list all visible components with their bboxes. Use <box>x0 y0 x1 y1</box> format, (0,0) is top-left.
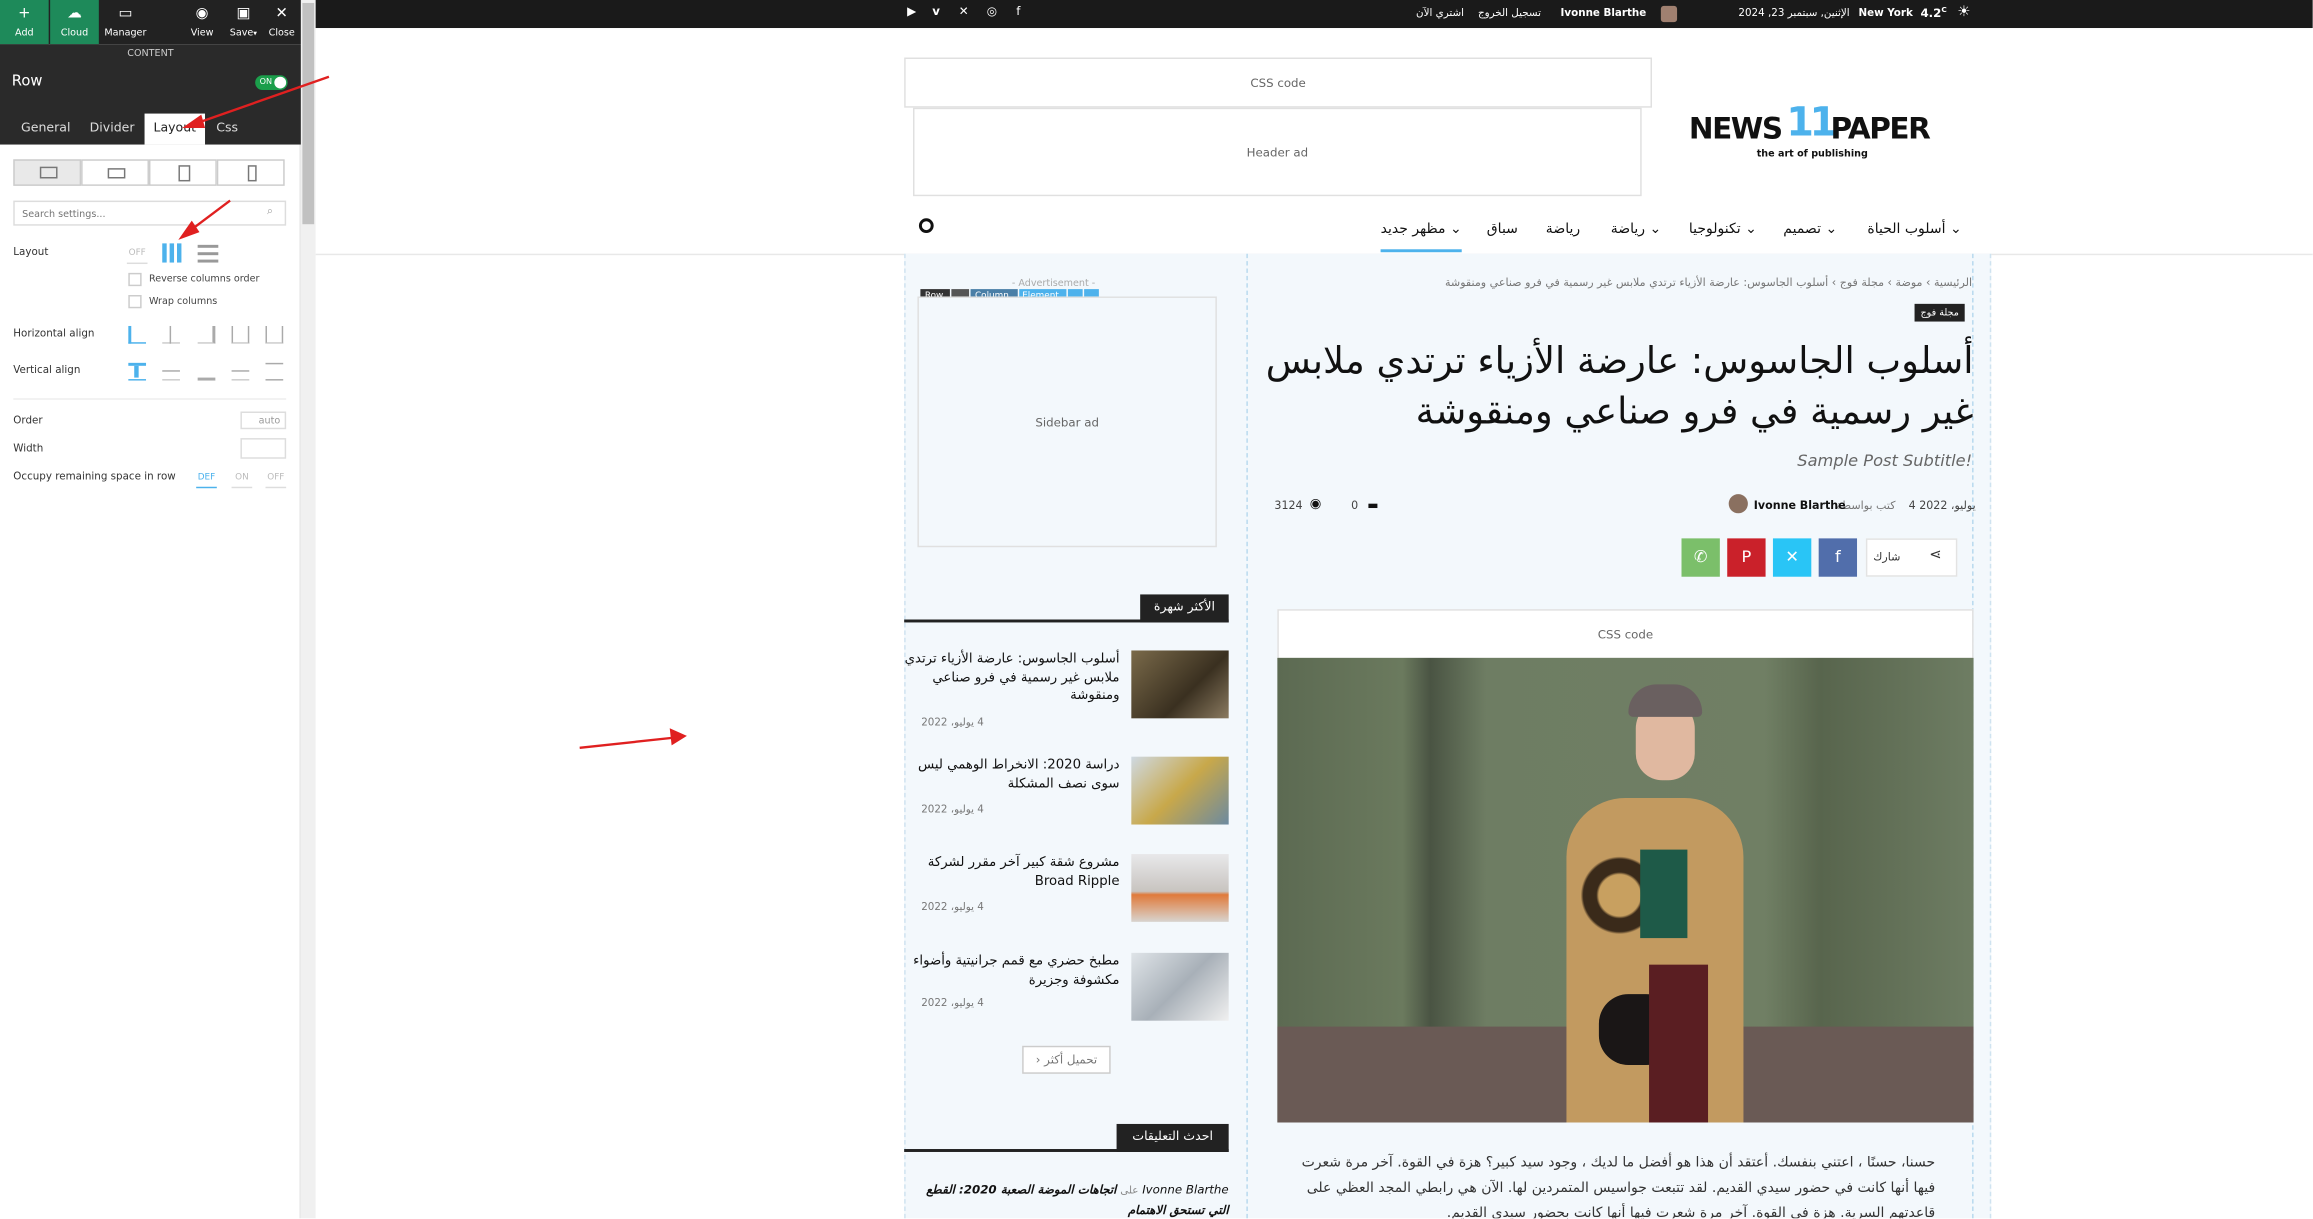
arrowhead <box>178 220 200 240</box>
arrow-to-layout-tab <box>194 75 330 126</box>
arrowhead <box>669 728 687 746</box>
arrowhead <box>182 114 206 129</box>
annotation-arrows <box>178 75 687 749</box>
arrow-to-content <box>579 736 676 749</box>
